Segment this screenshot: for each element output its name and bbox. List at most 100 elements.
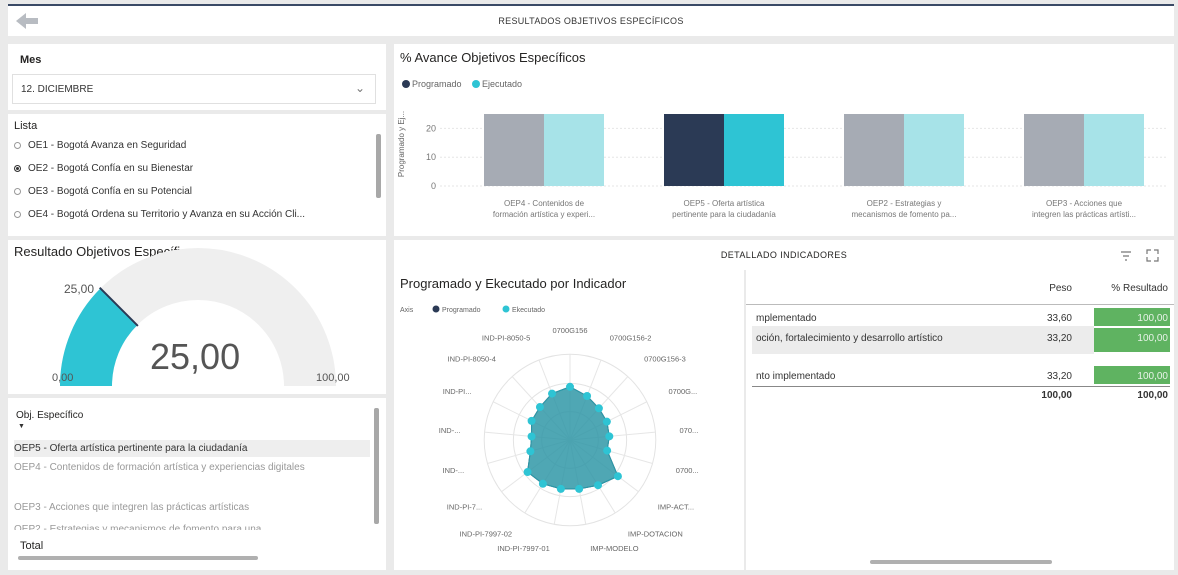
radar-chart: Programado y Ekecutado por Indicador Axis…: [400, 276, 699, 553]
table-header-divider: [746, 304, 1174, 305]
radar-point[interactable]: [527, 432, 536, 441]
obj-slicer-header[interactable]: Obj. Específico: [16, 410, 83, 421]
gauge-fill: [60, 288, 138, 387]
y-tick-label: 20: [426, 123, 436, 133]
sort-down-icon[interactable]: ▼: [18, 423, 25, 430]
radar-point[interactable]: [566, 382, 574, 391]
bar[interactable]: [724, 114, 784, 186]
x-tick-label: OEP5 - Oferta artística: [684, 199, 765, 208]
gauge-target-label: 25,00: [64, 282, 95, 296]
lista-slicer-title: Lista: [14, 120, 38, 132]
radar-point[interactable]: [548, 389, 557, 398]
table-scrollbar-h[interactable]: [870, 560, 1052, 564]
row-name: oción, fortalecimiento y desarrollo artí…: [756, 333, 943, 344]
radar-axis-label: IND-PI-8050-4: [448, 355, 496, 364]
radar-point[interactable]: [526, 447, 535, 456]
row-resultado: 100,00: [1137, 313, 1168, 324]
bar[interactable]: [544, 114, 604, 186]
radio-icon: [14, 210, 21, 218]
obj-item-oep5[interactable]: OEP5 - Oferta artística pertinente para …: [14, 440, 370, 457]
detail-title: DETALLADO INDICADORES: [720, 250, 848, 260]
radar-axis-label: IND-PI-7997-01: [497, 544, 550, 553]
radio-label: OE2 - Bogotá Confía en su Bienestar: [28, 163, 194, 174]
radar-point[interactable]: [603, 446, 612, 455]
chevron-down-icon: ⌄: [354, 81, 365, 95]
radio-label: OE3 - Bogotá Confía en su Potencial: [28, 186, 192, 197]
radar-axis-label: IND-PI-7...: [447, 502, 482, 511]
radar-point[interactable]: [538, 479, 547, 488]
gauge-value: 25,00: [150, 336, 241, 377]
row-name: nto implementado: [756, 371, 836, 382]
radio-icon: [14, 187, 21, 195]
x-tick-label: mecanismos de fomento pa...: [852, 210, 957, 219]
radar-point[interactable]: [575, 484, 584, 493]
col-header-peso[interactable]: Peso: [1014, 283, 1072, 294]
radio-item-oe3[interactable]: OE3 - Bogotá Confía en su Potencial: [14, 186, 192, 197]
x-tick-label: formación artística y experi...: [493, 210, 595, 219]
radar-axis-label: 0700G156-3: [644, 355, 686, 364]
radar-axis-label: IMP-MODELO: [590, 544, 639, 553]
radar-axis-label: 0700...: [676, 466, 699, 475]
total-resultado: 100,00: [1137, 390, 1168, 401]
radar-point[interactable]: [527, 416, 536, 425]
radio-item-oe1[interactable]: OE1 - Bogotá Avanza en Seguridad: [14, 140, 186, 151]
row-name: mplementado: [756, 313, 817, 324]
bar-chart-card: % Avance Objetivos Específicos Programad…: [394, 44, 1174, 236]
obj-slicer-scrollbar-h[interactable]: [18, 556, 258, 560]
bar[interactable]: [1084, 114, 1144, 186]
radar-point[interactable]: [602, 417, 611, 426]
page-title: RESULTADOS OBJETIVOS ESPECÍFICOS: [498, 16, 684, 26]
legend-marker: [432, 305, 440, 313]
radar-title: Programado y Ekecutado por Indicador: [400, 276, 627, 291]
bar[interactable]: [904, 114, 964, 186]
mes-dropdown-value: 12. DICIEMBRE: [21, 84, 94, 95]
radar-axis-label: IND-...: [439, 426, 461, 435]
legend-label: Ekecutado: [512, 307, 545, 314]
bar-chart: Programado Ejecutado Programado y Ej... 0 10…: [397, 79, 1166, 219]
radar-axis-label: IND-PI-7997-02: [460, 530, 513, 539]
bar[interactable]: [1024, 114, 1084, 186]
filter-icon[interactable]: [1120, 250, 1132, 262]
radar-axis-label: IND-PI-8050-5: [482, 333, 530, 342]
bar[interactable]: [844, 114, 904, 186]
radar-axis-label: IND-...: [443, 466, 465, 475]
radar-axis-label: IND-PI...: [443, 387, 472, 396]
lista-scrollbar[interactable]: [376, 134, 381, 198]
radar-point[interactable]: [583, 391, 592, 400]
legend-marker: [402, 80, 410, 88]
focus-mode-icon[interactable]: [1146, 249, 1159, 262]
radar-point[interactable]: [605, 432, 614, 441]
radio-label: OE4 - Bogotá Ordena su Territorio y Avan…: [28, 209, 305, 220]
legend-title: Axis: [400, 307, 414, 314]
radar-point[interactable]: [594, 481, 603, 490]
gauge-min: 0,00: [52, 372, 74, 384]
row-resultado: 100,00: [1137, 371, 1168, 382]
radar-axis-label: 070...: [680, 426, 699, 435]
radio-item-oe2[interactable]: OE2 - Bogotá Confía en su Bienestar: [14, 163, 193, 174]
radar-point[interactable]: [594, 404, 603, 413]
radar-point[interactable]: [613, 472, 622, 481]
y-tick-label: 0: [431, 181, 436, 191]
row-peso: 33,20: [1046, 333, 1072, 344]
obj-item-oep4[interactable]: OEP4 - Contenidos de formación artística…: [14, 460, 370, 492]
col-header-resultado[interactable]: % Resultado: [1094, 283, 1168, 294]
obj-slicer-total: Total: [20, 540, 44, 552]
bar[interactable]: [484, 114, 544, 186]
legend-marker: [472, 80, 480, 88]
row-peso: 33,20: [1046, 371, 1072, 382]
legend-label: Programado: [412, 79, 462, 89]
radio-item-oe4[interactable]: OE4 - Bogotá Ordena su Territorio y Avan…: [14, 209, 305, 220]
legend-label: Programado: [442, 307, 481, 314]
radar-point[interactable]: [523, 468, 532, 477]
radar-point[interactable]: [535, 403, 544, 412]
obj-item-oep2[interactable]: OEP2 - Estrategias y mecanismos de fomen…: [14, 522, 370, 530]
x-tick-label: OEP4 - Contenidos de: [504, 199, 585, 208]
obj-slicer-scrollbar-v[interactable]: [374, 408, 379, 524]
radar-point[interactable]: [556, 484, 565, 493]
radar-axis-label: 0700G156: [552, 326, 587, 335]
mes-dropdown[interactable]: 12. DICIEMBRE ⌄: [12, 74, 376, 104]
obj-item-oep3[interactable]: OEP3 - Acciones que integren las práctic…: [14, 500, 370, 515]
legend-label: Ejecutado: [482, 79, 522, 89]
bar[interactable]: [664, 114, 724, 186]
radar-axis-label: 0700G...: [668, 387, 697, 396]
